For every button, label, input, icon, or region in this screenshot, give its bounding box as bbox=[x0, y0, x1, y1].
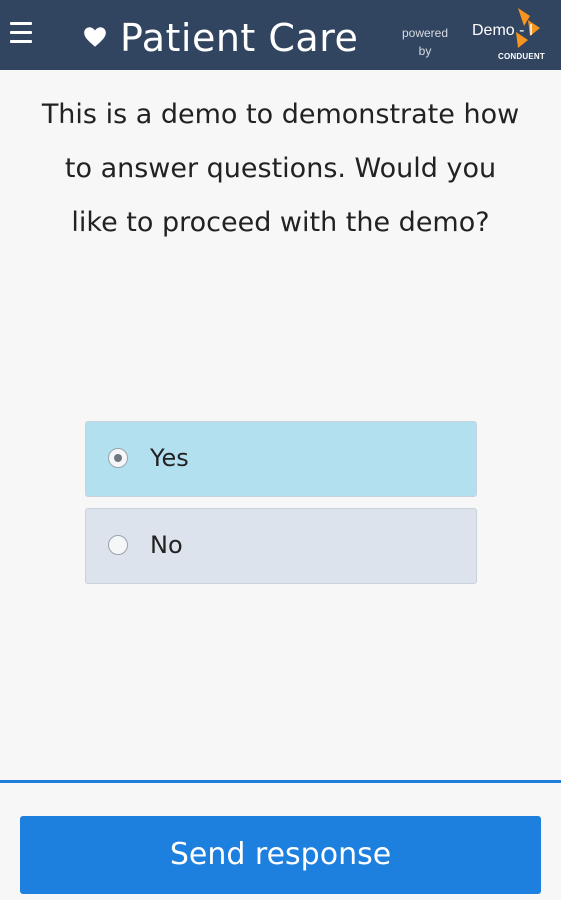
app-title: Patient Care bbox=[120, 16, 359, 60]
option-label-no: No bbox=[150, 531, 183, 559]
heart-icon bbox=[84, 27, 106, 47]
demo-label: Demo - I bbox=[472, 22, 534, 39]
app-header: Patient Care powered by Demo - I CONDUEN… bbox=[0, 0, 561, 70]
option-no[interactable]: No bbox=[85, 508, 477, 584]
powered-by-text: powered by bbox=[395, 24, 455, 60]
radio-no[interactable] bbox=[108, 535, 128, 555]
powered-by-line2: by bbox=[418, 44, 432, 58]
option-yes[interactable]: Yes bbox=[85, 421, 477, 497]
powered-by-line1: powered bbox=[401, 26, 449, 40]
option-label-yes: Yes bbox=[150, 444, 189, 472]
radio-yes[interactable] bbox=[108, 448, 128, 468]
footer-divider bbox=[0, 780, 561, 783]
send-response-button[interactable]: Send response bbox=[20, 816, 541, 894]
conduent-wordmark: CONDUENT bbox=[498, 52, 545, 61]
hamburger-menu-icon[interactable] bbox=[10, 22, 32, 48]
question-text: This is a demo to demonstrate how to ans… bbox=[41, 99, 520, 238]
